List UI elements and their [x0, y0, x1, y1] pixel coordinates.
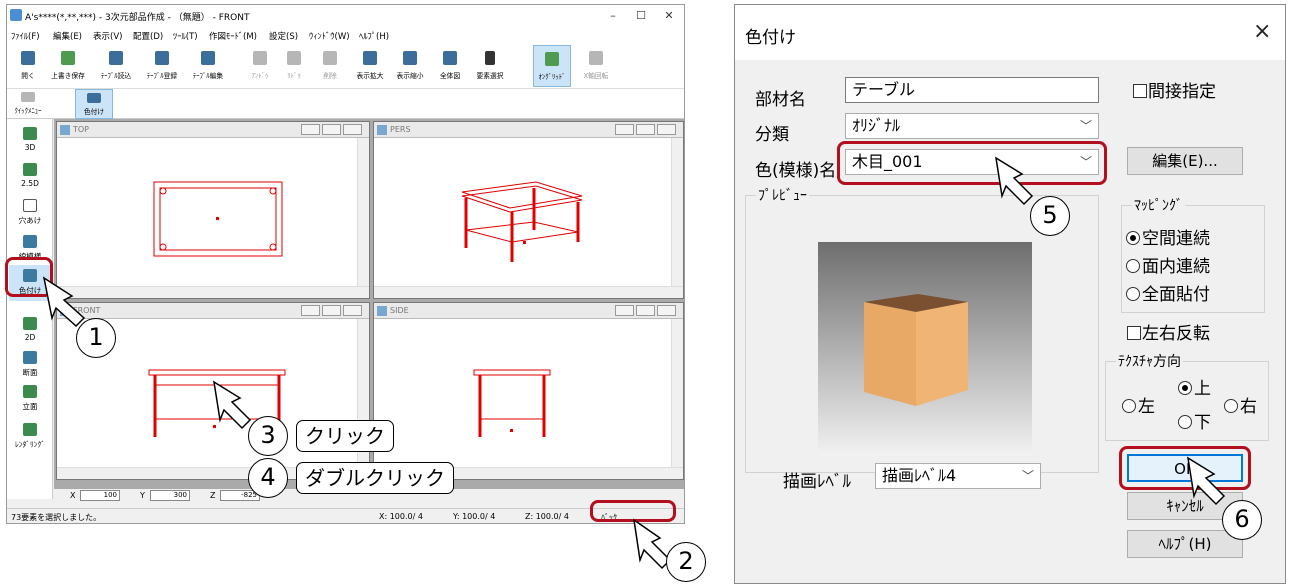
callout-arrows-top: [995, 156, 1226, 506]
arrow-cursor-icon: [1187, 456, 1226, 506]
arrow-cursor-icon: [995, 156, 1034, 206]
